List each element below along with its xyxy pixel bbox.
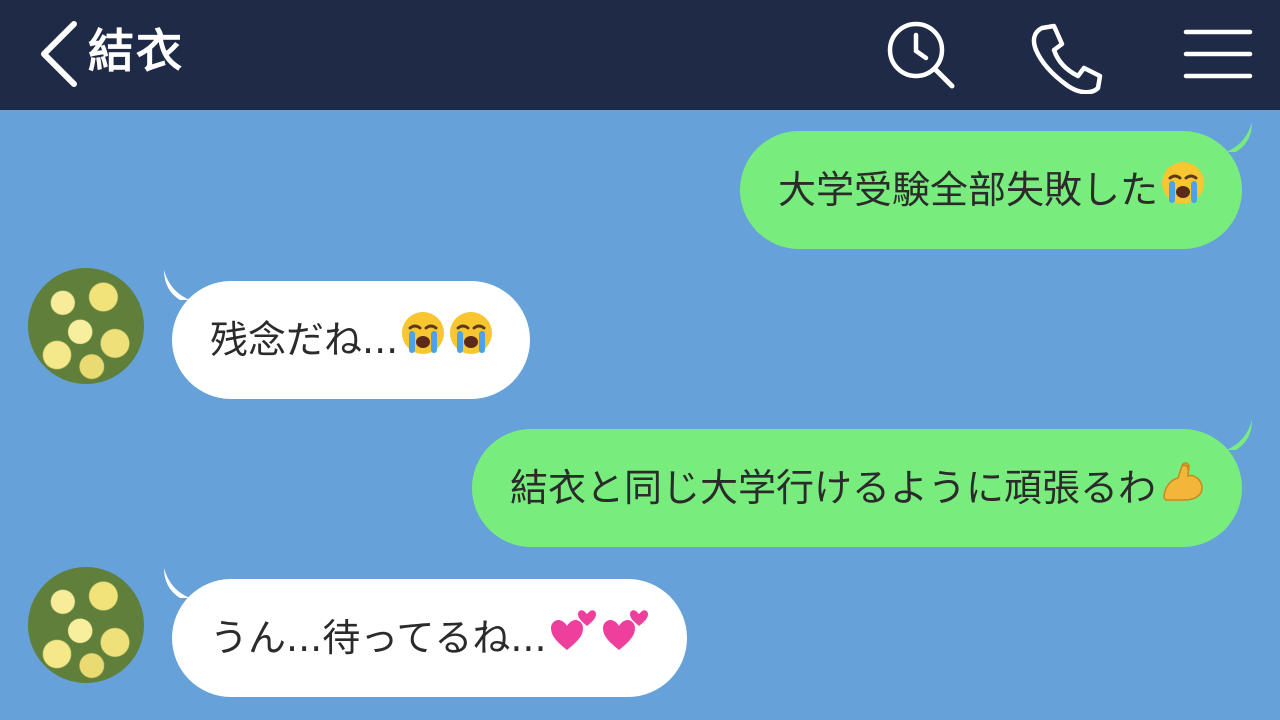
- message-bubble-received[interactable]: 残念だね...: [172, 281, 531, 402]
- message-text: 大学受験全部失敗した: [777, 168, 1158, 212]
- flexed-biceps-icon: [1158, 432, 1206, 550]
- loudly-crying-face-icon: [448, 284, 494, 402]
- loudly-crying-face-icon: [1160, 134, 1206, 252]
- two-hearts-icon: [601, 582, 651, 700]
- bubble-tail: [164, 568, 190, 598]
- call-button[interactable]: [1024, 18, 1104, 94]
- phone-icon: [1031, 23, 1103, 94]
- chat-header: 結衣: [0, 0, 1280, 110]
- search-button[interactable]: [880, 18, 960, 94]
- chevron-left-icon: [41, 21, 77, 87]
- contact-name: 結衣: [88, 24, 184, 78]
- hamburger-menu-icon: [1183, 29, 1253, 79]
- loudly-crying-face-icon: [400, 284, 446, 402]
- bubble-tail: [1226, 122, 1252, 152]
- message-bubble-sent[interactable]: 大学受験全部失敗した: [739, 131, 1242, 252]
- menu-button[interactable]: [1178, 18, 1258, 94]
- bubble-tail: [164, 270, 190, 300]
- contact-avatar[interactable]: [28, 268, 144, 384]
- message-text: うん...待ってるね...: [210, 616, 547, 660]
- search-icon: [887, 21, 955, 89]
- message-bubble-received[interactable]: うん...待ってるね...: [172, 579, 687, 697]
- bubble-tail: [1226, 420, 1252, 450]
- two-hearts-icon: [549, 582, 599, 700]
- back-button[interactable]: [34, 18, 84, 88]
- message-text: 結衣と同じ大学行けるように頑張るわ: [509, 466, 1156, 510]
- contact-avatar[interactable]: [28, 567, 144, 683]
- message-bubble-sent[interactable]: 結衣と同じ大学行けるように頑張るわ: [471, 429, 1242, 550]
- message-text: 残念だね...: [210, 318, 399, 362]
